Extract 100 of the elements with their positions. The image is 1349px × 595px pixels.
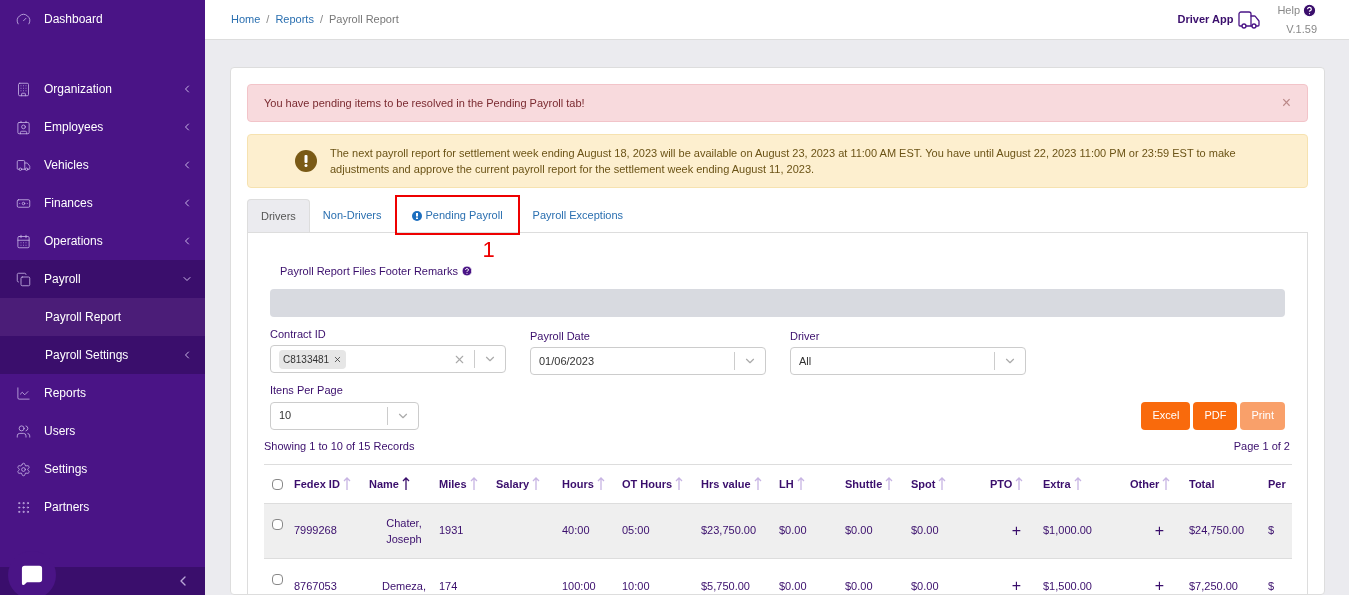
select-field[interactable]: C8133481 xyxy=(270,345,506,373)
column-header[interactable]: OT Hours xyxy=(622,475,673,492)
help-icon[interactable] xyxy=(460,265,473,278)
table-cell: 7999268 xyxy=(294,524,337,537)
add-button[interactable]: + xyxy=(1011,521,1022,539)
field-label: Itens Per Page xyxy=(270,383,344,398)
table-cell: $1,000.00 xyxy=(1043,524,1092,537)
settings-icon xyxy=(16,461,31,477)
page-indicator: Page 1 of 2 xyxy=(1233,438,1290,454)
row-checkbox[interactable] xyxy=(272,573,283,585)
column-header[interactable]: Other xyxy=(1130,475,1160,492)
alert-text: You have pending items to be resolved in the Pending Payroll tab! xyxy=(264,95,586,111)
table-cell: $0.00 xyxy=(845,579,873,592)
sidebar-item[interactable]: Organization xyxy=(0,70,205,108)
breadcrumb-current: Payroll Report xyxy=(329,12,399,28)
sidebar-item[interactable]: Dashboard xyxy=(0,0,205,38)
column-header[interactable]: Salary xyxy=(496,475,530,492)
contact-card-icon xyxy=(16,119,31,135)
select-all-checkbox[interactable] xyxy=(272,479,283,491)
breadcrumb-separator: / xyxy=(319,12,323,28)
column-header[interactable]: Fedex ID xyxy=(294,475,340,492)
column-header[interactable]: LH xyxy=(779,475,794,492)
sidebar-subitem[interactable]: Payroll Report xyxy=(0,298,205,336)
table-cell: $24,750.00 xyxy=(1189,524,1245,537)
driver-app-link[interactable]: Driver App xyxy=(1177,11,1234,28)
row-checkbox[interactable] xyxy=(272,518,283,530)
table-cell: 8767053 xyxy=(294,579,337,592)
column-header[interactable]: Extra xyxy=(1043,475,1071,492)
users-icon xyxy=(16,423,31,439)
table-cell: $0.00 xyxy=(779,524,807,537)
column-header[interactable]: Shuttle xyxy=(845,475,883,492)
line-chart-icon xyxy=(16,385,31,401)
add-button[interactable]: + xyxy=(1011,576,1022,594)
remove-icon[interactable] xyxy=(333,354,343,364)
gauge-icon xyxy=(16,11,31,27)
sidebar-item[interactable]: Finances xyxy=(0,184,205,222)
select-field[interactable]: All xyxy=(790,347,1026,375)
breadcrumb-link[interactable]: Reports xyxy=(275,11,314,28)
select-field[interactable]: 10 xyxy=(270,401,419,430)
table-cell: $5,750.00 xyxy=(701,579,750,592)
records-count: Showing 1 to 10 of 15 Records xyxy=(264,438,415,454)
table-cell: $1,500.00 xyxy=(1043,579,1092,592)
field-label: Contract ID xyxy=(270,326,327,342)
add-button[interactable]: + xyxy=(1154,521,1165,539)
sidebar-item[interactable]: Settings xyxy=(0,450,205,488)
column-header[interactable]: Hours xyxy=(562,475,594,492)
remarks-label: Payroll Report Files Footer Remarks xyxy=(280,264,458,279)
tab[interactable]: Drivers xyxy=(247,199,310,232)
table-cell: $0.00 xyxy=(911,579,939,592)
field-label: Payroll Date xyxy=(530,328,591,344)
field-label: Driver xyxy=(790,328,821,344)
alert-text: The next payroll report for settlement week ending August 18, 2023 will be available on August 23, 2023 at 11:00 AM EST. You have until August 22, 2023 11:00 PM or 23:59 EST to make adjustments and approve the current payroll report for the settlement week ending August 11, 2023. xyxy=(330,146,1237,177)
tab[interactable]: Pending Payroll xyxy=(398,199,516,232)
grid-icon xyxy=(16,499,31,515)
table-cell: $0.00 xyxy=(911,524,939,537)
column-header[interactable]: Miles xyxy=(439,475,467,492)
table-cell: $23,750.00 xyxy=(701,524,757,537)
selected-tag[interactable]: C8133481 xyxy=(279,349,347,369)
version-label: V.1.59 xyxy=(1286,21,1317,37)
column-header[interactable]: PTO xyxy=(990,475,1013,492)
sidebar-item[interactable]: Employees xyxy=(0,108,205,146)
table-cell: 10:00 xyxy=(622,579,650,592)
info-icon xyxy=(411,210,422,221)
chat-icon xyxy=(21,564,43,586)
sidebar-item[interactable]: Operations xyxy=(0,222,205,260)
table-cell-text: Chater, Joseph xyxy=(385,515,423,547)
column-header[interactable]: Total xyxy=(1189,475,1215,492)
table-cell: $0.00 xyxy=(779,579,807,592)
breadcrumb-separator: / xyxy=(266,12,270,28)
remarks-field[interactable] xyxy=(270,288,1285,317)
truck-icon xyxy=(16,157,31,173)
table-cell: 1931 xyxy=(439,524,464,537)
calendar-icon xyxy=(16,233,31,249)
table-cell: $ xyxy=(1268,579,1275,592)
add-button[interactable]: + xyxy=(1154,576,1165,594)
sidebar-item[interactable]: Users xyxy=(0,412,205,450)
column-header[interactable]: Name xyxy=(369,475,399,492)
annotation-label: 1 xyxy=(482,239,495,261)
sidebar-subitem[interactable]: Payroll Settings xyxy=(0,336,205,374)
column-header[interactable]: Spot xyxy=(911,475,936,492)
table-cell: $7,250.00 xyxy=(1189,579,1238,592)
tab[interactable]: Payroll Exceptions xyxy=(519,199,637,232)
copy-icon xyxy=(16,271,31,287)
column-header[interactable]: Per xyxy=(1268,475,1286,492)
building-icon xyxy=(16,81,31,97)
select-field[interactable]: 01/06/2023 xyxy=(530,347,766,375)
table-cell: $ xyxy=(1268,524,1275,537)
sidebar-item[interactable]: Payroll xyxy=(0,260,205,298)
sidebar-item[interactable]: Vehicles xyxy=(0,146,205,184)
column-header[interactable]: Hrs value xyxy=(701,475,751,492)
help-link[interactable]: Help xyxy=(1277,2,1300,19)
table-cell: 174 xyxy=(439,579,458,592)
breadcrumb-link[interactable]: Home xyxy=(231,11,261,28)
sidebar-item[interactable]: Reports xyxy=(0,374,205,412)
select-value: All xyxy=(799,353,812,369)
select-value: 01/06/2023 xyxy=(539,353,595,369)
help-icon[interactable] xyxy=(1302,2,1317,18)
tab[interactable]: Non-Drivers xyxy=(309,199,395,232)
sort-arrow-icon[interactable] xyxy=(401,476,410,491)
sidebar-item[interactable]: Partners xyxy=(0,488,205,526)
